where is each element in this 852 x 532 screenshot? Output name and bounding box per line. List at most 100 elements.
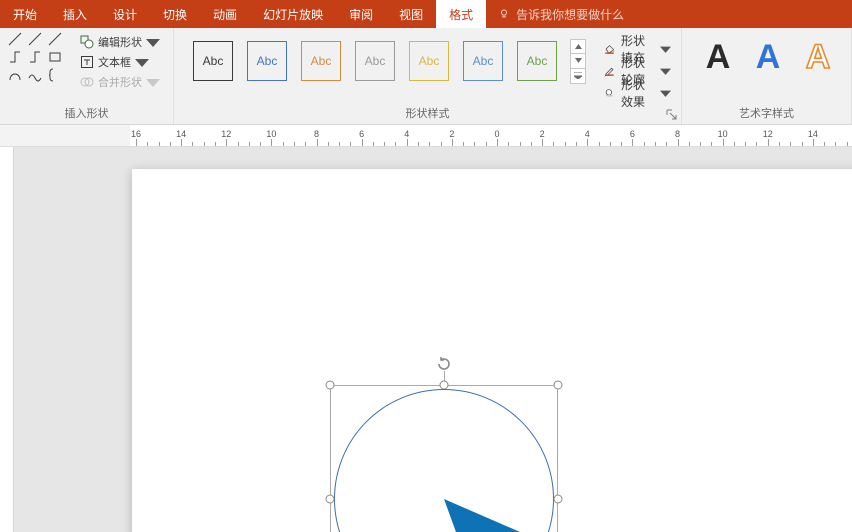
pen-outline-icon [604, 63, 615, 79]
wordart-thumb-3[interactable]: A [798, 40, 838, 74]
style-thumb-2[interactable]: Abc [244, 38, 290, 84]
tab-view[interactable]: 视图 [386, 0, 436, 28]
tell-me-label: 告诉我你想要做什么 [516, 6, 624, 23]
tab-home[interactable]: 开始 [0, 0, 50, 28]
tell-me[interactable]: 告诉我你想要做什么 [486, 0, 624, 28]
group-insert-shapes: 编辑形状 文本框 合并形状 插入形状 [0, 28, 174, 124]
chevron-down-icon [660, 63, 671, 79]
bucket-icon [604, 41, 615, 57]
style-thumb-4[interactable]: Abc [352, 38, 398, 84]
resize-handle-e[interactable] [554, 495, 563, 504]
tab-review[interactable]: 审阅 [336, 0, 386, 28]
ruler-label: 16 [131, 129, 141, 139]
merge-shapes-label: 合并形状 [98, 74, 142, 90]
tab-format[interactable]: 格式 [436, 0, 486, 28]
ruler-corner [0, 125, 130, 147]
merge-shapes-button: 合并形状 [76, 72, 164, 92]
wordart-thumb-2[interactable]: A [748, 40, 788, 74]
horizontal-ruler[interactable]: 1614121086420246810121416 [130, 125, 852, 147]
gallery-scroll-up[interactable] [570, 39, 586, 54]
resize-handle-nw[interactable] [326, 381, 335, 390]
style-thumb-7[interactable]: Abc [514, 38, 560, 84]
workspace [0, 147, 852, 532]
merge-shapes-icon [80, 75, 94, 89]
shape-curve-icon [8, 68, 22, 82]
gallery-expand[interactable] [570, 69, 586, 84]
ruler-area: 1614121086420246810121416 [0, 125, 852, 147]
tab-design[interactable]: 设计 [100, 0, 150, 28]
shape-rect-icon [48, 50, 62, 64]
tab-animations[interactable]: 动画 [200, 0, 250, 28]
style-thumb-1[interactable]: Abc [190, 38, 236, 84]
resize-handle-ne[interactable] [554, 381, 563, 390]
style-thumb-6[interactable]: Abc [460, 38, 506, 84]
ruler-label: 8 [675, 129, 680, 139]
shape-line2-icon [28, 32, 42, 46]
ribbon-tabstrip: 开始 插入 设计 切换 动画 幻灯片放映 审阅 视图 格式 告诉我你想要做什么 [0, 0, 852, 28]
style-thumb-5[interactable]: Abc [406, 38, 452, 84]
ruler-label: 2 [449, 129, 454, 139]
lightbulb-icon [498, 8, 510, 20]
shape-effects-label: 形状效果 [621, 76, 654, 110]
chevron-down-icon [575, 58, 582, 63]
ruler-label: 2 [540, 129, 545, 139]
chevron-down-icon [660, 85, 671, 101]
ruler-label: 14 [808, 129, 818, 139]
text-box-button[interactable]: 文本框 [76, 52, 164, 72]
gallery-scroll-down[interactable] [570, 54, 586, 69]
shapes-gallery[interactable] [6, 32, 72, 82]
ruler-label: 6 [359, 129, 364, 139]
rotation-handle[interactable] [435, 355, 453, 373]
chevron-down-icon [135, 55, 149, 69]
group-shape-styles: Abc Abc Abc Abc Abc Abc Abc 形状填充 [174, 28, 682, 124]
group-label-shape-styles: 形状样式 [180, 106, 675, 122]
selected-shape-pie[interactable] [330, 385, 558, 532]
edit-shape-button[interactable]: 编辑形状 [76, 32, 164, 52]
wordart-gallery[interactable]: A A A [688, 32, 848, 74]
shape-elbow-icon [8, 50, 22, 64]
ruler-label: 14 [176, 129, 186, 139]
pie-slice-icon [330, 385, 558, 532]
text-box-label: 文本框 [98, 54, 131, 70]
ruler-label: 12 [763, 129, 773, 139]
shape-elbow2-icon [28, 50, 42, 64]
shape-line3-icon [48, 32, 62, 46]
style-thumb-3[interactable]: Abc [298, 38, 344, 84]
wordart-thumb-1[interactable]: A [698, 40, 738, 74]
ruler-label: 10 [266, 129, 276, 139]
effects-icon [604, 85, 615, 101]
chevron-up-icon [575, 44, 582, 49]
group-wordart-styles: A A A 艺术字样式 [682, 28, 852, 124]
tab-slideshow[interactable]: 幻灯片放映 [250, 0, 336, 28]
dialog-launcher-icon[interactable] [665, 108, 679, 122]
group-label-insert-shapes: 插入形状 [6, 106, 167, 122]
text-box-icon [80, 55, 94, 69]
ruler-label: 0 [494, 129, 499, 139]
edit-shape-icon [80, 35, 94, 49]
ruler-label: 10 [718, 129, 728, 139]
resize-handle-w[interactable] [326, 495, 335, 504]
shape-style-gallery[interactable]: Abc Abc Abc Abc Abc Abc Abc [180, 32, 596, 84]
rotate-icon [435, 355, 453, 373]
gallery-more-icon [574, 72, 582, 79]
chevron-down-icon [146, 75, 160, 89]
slide-thumbnail-pane[interactable] [0, 147, 14, 532]
ruler-label: 8 [314, 129, 319, 139]
tab-insert[interactable]: 插入 [50, 0, 100, 28]
shape-wave-icon [28, 68, 42, 82]
ruler-label: 12 [221, 129, 231, 139]
resize-handle-n[interactable] [440, 381, 449, 390]
shape-effects-button[interactable]: 形状效果 [600, 82, 675, 104]
slide-canvas[interactable] [14, 147, 852, 532]
tab-transitions[interactable]: 切换 [150, 0, 200, 28]
edit-shape-label: 编辑形状 [98, 34, 142, 50]
chevron-down-icon [660, 41, 671, 57]
ruler-label: 6 [630, 129, 635, 139]
group-label-wordart: 艺术字样式 [688, 106, 845, 122]
ruler-label: 4 [585, 129, 590, 139]
shape-line-icon [8, 32, 22, 46]
ribbon: 编辑形状 文本框 合并形状 插入形状 Abc Abc [0, 28, 852, 125]
ruler-label: 4 [404, 129, 409, 139]
shape-brace-icon [48, 68, 62, 82]
chevron-down-icon [146, 35, 160, 49]
